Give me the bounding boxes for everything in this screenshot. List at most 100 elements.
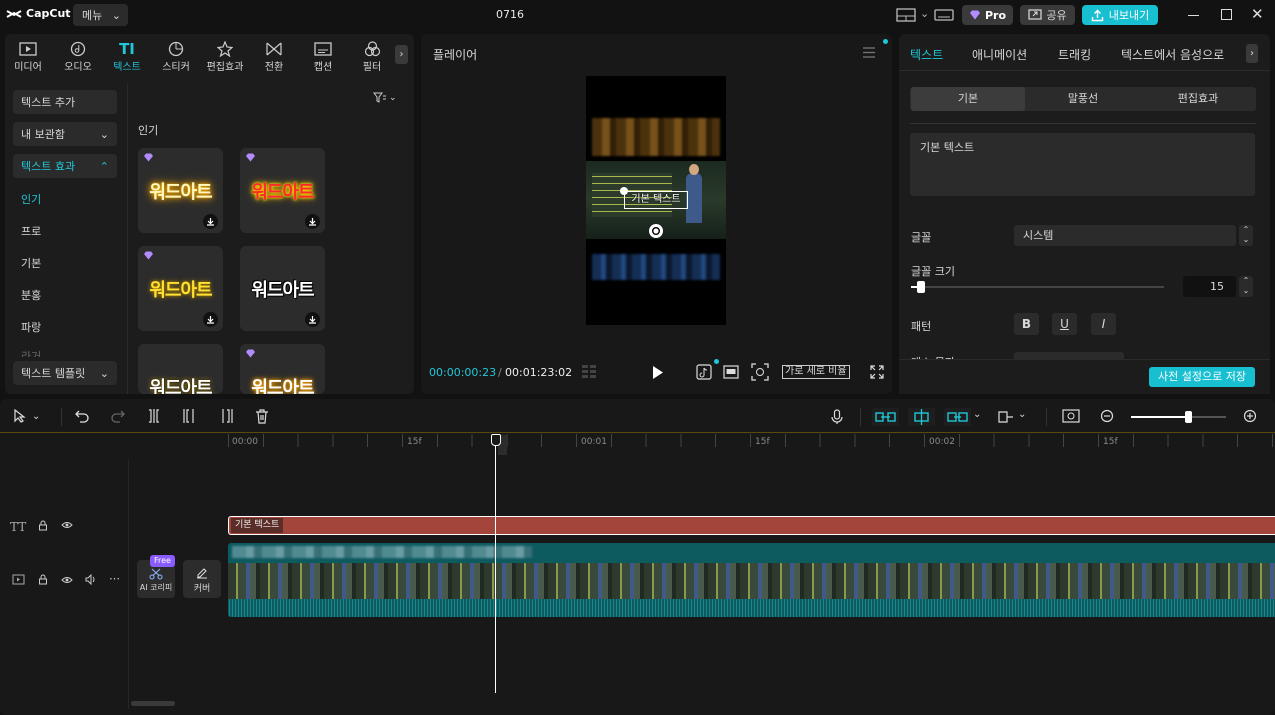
tab-caption[interactable]: 캡션 [300,40,346,73]
preview-axis-toggle[interactable]: ⌄ [998,409,1026,424]
text-style-card[interactable]: 워드아트 [240,246,325,331]
tab-transition[interactable]: 전환 [251,40,297,73]
grid-icon[interactable] [581,364,603,380]
zoom-to-fit-button[interactable] [1062,409,1080,423]
download-icon[interactable] [203,214,218,229]
delete-button[interactable] [255,409,269,424]
rotate-icon[interactable] [649,224,663,238]
maximize-button[interactable] [1221,9,1232,20]
sidebar-item-large[interactable]: 라거 [21,348,41,357]
horizontal-scrollbar[interactable] [131,701,175,706]
download-icon[interactable] [203,312,218,327]
subtab-effects[interactable]: 편집효과 [1141,87,1255,111]
resize-handle[interactable] [620,187,628,195]
text-style-card[interactable]: 워드아트 [138,148,223,233]
tabs-next-button[interactable]: › [1246,44,1258,63]
tab-effects[interactable]: 편집효과 [202,40,248,73]
font-size-slider[interactable] [911,281,1164,293]
tab-audio[interactable]: 오디오 [55,40,101,73]
tab-animation[interactable]: 애니메이션 [972,46,1027,63]
fullscreen-icon[interactable] [870,365,884,379]
main-track-magnet[interactable] [872,408,899,426]
cover-button[interactable]: 커버 [183,560,221,598]
my-library-dropdown[interactable]: 내 보관함 ⌄ [13,122,117,146]
select-tool[interactable]: ⌄ [14,409,40,423]
font-stepper[interactable]: ⌃ ⌄ [1239,225,1253,246]
zoom-slider[interactable] [1131,411,1226,423]
tab-text-to-speech[interactable]: 텍스트에서 음성으로 [1121,46,1224,63]
font-select[interactable]: 시스템 [1014,225,1236,246]
font-size-input[interactable]: 15 [1183,276,1236,297]
text-style-card[interactable]: 워드아트 [240,344,325,394]
text-clip[interactable]: 기본 텍스트 [228,516,1275,535]
more-icon[interactable]: ⋯ [109,572,120,585]
text-style-card[interactable]: 워드아트 [138,246,223,331]
slider-knob[interactable] [1185,411,1192,423]
sidebar-item-pro[interactable]: 프로 [21,223,41,239]
text-content-input[interactable]: 기본 텍스트 [910,133,1255,196]
eye-icon[interactable] [61,576,73,584]
sidebar-item-popular[interactable]: 인기 [21,191,41,207]
tab-tracking[interactable]: 트래킹 [1058,46,1091,63]
lock-icon[interactable] [38,520,48,531]
chevron-down-icon[interactable]: ⌄ [973,409,981,420]
share-button[interactable]: 공유 [1020,5,1075,25]
redo-button[interactable] [111,409,125,423]
volume-icon[interactable] [85,574,97,585]
subtitle-preview-icon[interactable] [723,365,739,379]
undo-button[interactable] [75,409,89,423]
case-buttons[interactable] [1014,352,1124,359]
split-button[interactable] [147,409,161,423]
layout-icon[interactable] [896,8,916,22]
text-bounding-box[interactable]: 기본 텍스트 [624,191,688,209]
play-button[interactable] [651,365,665,380]
sidebar-item-blue[interactable]: 파랑 [21,319,41,335]
tabs-next-button[interactable]: › [395,45,408,64]
minimize-button[interactable] [1188,7,1200,21]
tab-text-props[interactable]: 텍스트 [910,46,943,63]
pro-button[interactable]: Pro [962,5,1013,25]
linkage-toggle[interactable] [944,408,971,426]
text-style-card[interactable]: 워드아트 [240,148,325,233]
trim-right-button[interactable] [219,409,233,423]
slider-knob[interactable] [917,281,926,293]
zoom-in-button[interactable] [1243,409,1258,424]
player-menu-icon[interactable] [862,47,876,58]
font-size-stepper[interactable]: ⌃ ⌄ [1239,276,1253,297]
subtab-bubble[interactable]: 말풍선 [1026,87,1140,111]
filter-sort-button[interactable]: ⌄ [373,92,397,103]
add-text-button[interactable]: 텍스트 추가 [13,90,117,114]
tab-filter[interactable]: 필터 [349,40,395,73]
sidebar-item-pink[interactable]: 분홍 [21,287,41,303]
playhead-handle[interactable] [491,434,501,446]
tab-text[interactable]: TI 텍스트 [104,40,150,73]
text-template-dropdown[interactable]: 텍스트 템플릿 ⌄ [13,361,117,385]
save-preset-button[interactable]: 사전 설정으로 저장 [1149,367,1255,387]
video-preview[interactable]: 기본 텍스트 [586,76,726,325]
download-icon[interactable] [305,312,320,327]
underline-button[interactable]: U [1052,313,1077,335]
fit-screen-icon[interactable] [751,363,769,381]
tab-media[interactable]: 미디어 [5,40,51,73]
auto-snap-toggle[interactable] [908,408,935,426]
text-effects-dropdown[interactable]: 텍스트 효과 ⌃ [13,154,117,178]
eye-icon[interactable] [61,521,73,529]
playhead[interactable] [495,443,496,693]
export-button[interactable]: 내보내기 [1082,5,1158,25]
zoom-out-button[interactable] [1100,409,1115,424]
sidebar-item-basic[interactable]: 기본 [21,255,41,271]
download-icon[interactable] [305,214,320,229]
layout-chevron-icon[interactable]: ⌄ [920,7,929,20]
video-clip[interactable] [228,543,1275,617]
bold-button[interactable]: B [1014,313,1039,335]
tiktok-icon[interactable] [696,364,712,380]
subtab-basic[interactable]: 기본 [911,87,1025,111]
close-button[interactable]: ✕ [1251,5,1264,23]
aspect-ratio-button[interactable]: 가로 세로 비율 [782,365,850,379]
trim-left-button[interactable] [183,409,197,423]
italic-button[interactable]: I [1091,313,1116,335]
keyboard-icon[interactable] [934,8,954,22]
text-style-card[interactable]: 워드아트 [138,344,223,394]
record-button[interactable] [831,409,843,425]
lock-icon[interactable] [38,574,48,585]
